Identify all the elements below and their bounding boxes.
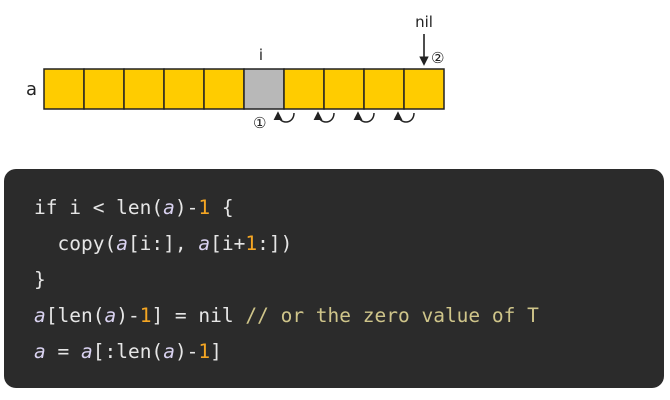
code-token: a <box>163 196 175 219</box>
step-2-marker: ② <box>431 49 444 67</box>
array-cell-removed <box>243 68 285 110</box>
shift-arrows <box>273 111 415 123</box>
array-cell <box>283 68 325 110</box>
code-block: if i < len(a)-1 { copy(a[i:], a[i+1:])} a… <box>34 195 664 375</box>
code-token: a <box>34 340 46 363</box>
array-cell <box>123 68 165 110</box>
array-cell <box>323 68 365 110</box>
code-token: [:len( <box>92 340 164 363</box>
index-label: i <box>259 46 263 64</box>
step-1-marker: ① <box>253 114 266 132</box>
code-token: )- <box>174 340 199 363</box>
code-token: a <box>104 304 117 327</box>
code-token: )- <box>174 196 199 219</box>
code-token: [i+ <box>210 232 246 255</box>
code-token: 1 <box>198 196 211 219</box>
code-token: [len( <box>45 304 105 327</box>
array-cell <box>363 68 405 110</box>
array-cell <box>83 68 125 110</box>
shift-arrow <box>313 111 335 123</box>
code-token: } <box>34 268 46 291</box>
code-token: a <box>80 340 93 363</box>
array-diagram: a i nil ② ① <box>26 13 445 132</box>
code-panel: if i < len(a)-1 { copy(a[i:], a[i+1:])} a… <box>4 169 664 388</box>
nil-label: nil <box>415 13 433 31</box>
code-line: a[len(a)-1] = nil // or the zero value o… <box>34 303 664 339</box>
code-token: a <box>163 340 175 363</box>
code-line: if i < len(a)-1 { <box>34 195 664 231</box>
code-token: ] <box>210 340 222 363</box>
code-token: 1 <box>139 304 152 327</box>
shift-arrow <box>353 111 375 123</box>
shift-arrow <box>393 111 415 123</box>
code-token: [i:], <box>127 232 199 255</box>
code-token: :]) <box>257 232 293 255</box>
shift-arrow <box>273 111 295 123</box>
array-cell <box>163 68 205 110</box>
code-token: { <box>210 196 234 219</box>
code-line: a = a[:len(a)-1] <box>34 339 664 375</box>
code-token: 1 <box>198 340 211 363</box>
code-token: a <box>198 232 211 255</box>
code-token: ] = nil <box>151 304 246 327</box>
array-label: a <box>26 79 37 100</box>
array-cell <box>203 68 245 110</box>
code-line: copy(a[i:], a[i+1:]) <box>34 231 664 267</box>
code-line: } <box>34 267 664 303</box>
code-token: // or the zero value of T <box>245 304 539 327</box>
code-token: 1 <box>245 232 258 255</box>
code-token: = <box>45 340 81 363</box>
array-cell <box>43 68 85 110</box>
array-cells <box>43 68 445 110</box>
code-token: if i < len( <box>34 196 164 219</box>
code-token: copy( <box>34 232 117 255</box>
code-token: a <box>34 304 46 327</box>
code-token: )- <box>116 304 140 327</box>
array-cell <box>403 68 445 110</box>
code-token: a <box>116 232 128 255</box>
